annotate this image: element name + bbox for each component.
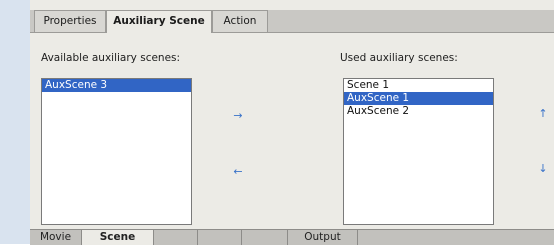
bottom-tab-blank-1[interactable] <box>154 230 198 245</box>
remove-arrow-icon[interactable]: ← <box>231 166 245 178</box>
list-item[interactable]: AuxScene 1 <box>344 92 493 105</box>
top-tab-bar: Properties Auxiliary Scene Action <box>30 10 554 33</box>
tab-properties[interactable]: Properties <box>34 10 106 32</box>
list-item[interactable]: AuxScene 3 <box>42 79 191 92</box>
bottom-tab-scene[interactable]: Scene <box>82 230 154 245</box>
scene-properties-panel: Properties Auxiliary Scene Action Availa… <box>30 0 554 245</box>
bottom-tab-blank-3[interactable] <box>242 230 288 245</box>
bottom-tab-output[interactable]: Output <box>288 230 358 245</box>
list-item[interactable]: Scene 1 <box>344 79 493 92</box>
bottom-tab-bar: Movie Scene Output <box>30 229 554 245</box>
add-arrow-icon[interactable]: → <box>231 110 245 122</box>
list-item[interactable]: AuxScene 2 <box>344 105 493 118</box>
used-scenes-list[interactable]: Scene 1 AuxScene 1 AuxScene 2 <box>343 78 494 225</box>
available-scenes-label: Available auxiliary scenes: <box>41 52 181 64</box>
tab-action[interactable]: Action <box>212 10 268 32</box>
move-up-arrow-icon[interactable]: ↑ <box>536 108 550 120</box>
used-scenes-label: Used auxiliary scenes: <box>340 52 458 64</box>
available-scenes-list[interactable]: AuxScene 3 <box>41 78 192 225</box>
left-background-strip <box>0 0 30 244</box>
tab-auxiliary-scene[interactable]: Auxiliary Scene <box>106 10 212 33</box>
bottom-tab-blank-4 <box>358 230 554 245</box>
bottom-tab-movie[interactable]: Movie <box>30 230 82 245</box>
move-down-arrow-icon[interactable]: ↓ <box>536 163 550 175</box>
bottom-tab-blank-2[interactable] <box>198 230 242 245</box>
